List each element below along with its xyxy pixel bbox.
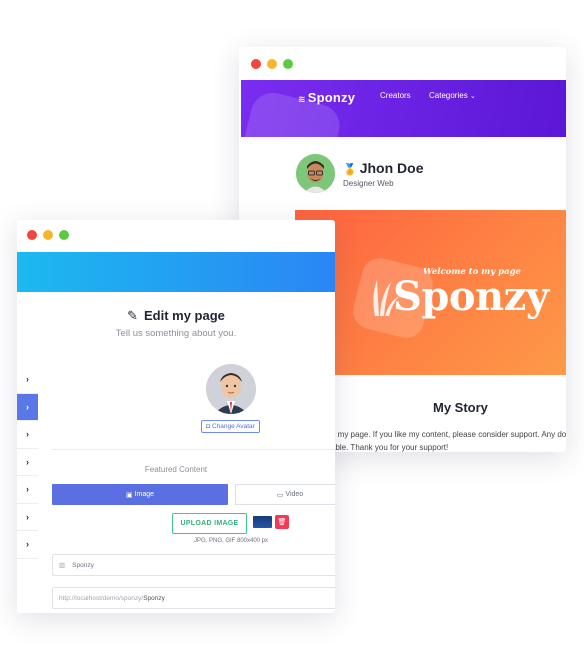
page-subtitle: Tell us something about you. — [115, 328, 237, 339]
brand-name: Sponzy — [307, 90, 356, 105]
pencil-icon: ✎ — [127, 308, 138, 323]
chevron-down-icon: ⌄ — [469, 93, 476, 100]
nav-categories[interactable]: Categories ⌄ — [429, 91, 476, 100]
edit-page-window: ✎ Edit my page Tell us something about yo… — [17, 220, 335, 613]
user-avatar — [206, 364, 256, 414]
upload-hint: JPG, PNG, GIF 800x400 px — [193, 538, 269, 544]
logo-mark-icon: ≋ — [298, 94, 306, 104]
page-title-text: Edit my page — [143, 308, 225, 323]
cover-banner: Welcome to my page Sponzy — [295, 210, 566, 375]
name-field-value: Sponzy — [72, 561, 94, 569]
uploaded-image-thumbnail — [253, 516, 272, 528]
sidebar-tab-7[interactable]: › — [17, 531, 38, 559]
sidebar-tab-2-active[interactable]: › — [17, 393, 38, 421]
nav-categories-label: Categories — [429, 91, 468, 100]
camera-icon: ◘ — [206, 423, 210, 430]
edit-page-header — [17, 252, 335, 292]
featured-video-tab[interactable]: ▭ Video — [235, 484, 335, 505]
page-url-field[interactable]: http://localhost/demo/sponzy/Sponzy — [52, 587, 335, 609]
featured-image-tab[interactable]: ▣ Image — [52, 484, 228, 505]
maximize-dot[interactable] — [283, 59, 293, 69]
story-line-1: o my page. If you like my content, pleas… — [331, 430, 566, 439]
story-line-2: able. Thank you for your support! — [331, 443, 449, 452]
name-field[interactable]: ▥ Sponzy — [52, 554, 335, 576]
medal-icon: 🏅 — [343, 164, 357, 176]
story-title: My Story — [433, 400, 488, 415]
minimize-dot[interactable] — [43, 230, 53, 240]
sidebar-tab-5[interactable]: › — [17, 476, 38, 504]
trash-icon: 🗑 — [277, 519, 287, 526]
page-title: ✎ Edit my page — [17, 308, 335, 324]
change-avatar-button[interactable]: ◘ Change Avatar — [201, 420, 260, 433]
window-controls — [251, 59, 293, 69]
window-controls — [27, 230, 69, 240]
change-avatar-label: Change Avatar — [211, 423, 255, 430]
top-navbar: ≋ Sponzy Creators Categories ⌄ — [241, 80, 566, 137]
maximize-dot[interactable] — [59, 230, 69, 240]
building-icon: ▥ — [59, 562, 66, 569]
section-divider — [52, 449, 335, 450]
screenshot-stage: ≋ Sponzy Creators Categories ⌄ 🏅 Jhon Doe … — [0, 0, 584, 666]
creator-avatar[interactable] — [296, 154, 335, 193]
close-dot[interactable] — [27, 230, 37, 240]
featured-video-label: Video — [285, 491, 304, 498]
creator-name: 🏅 Jhon Doe — [343, 160, 423, 176]
close-dot[interactable] — [251, 59, 261, 69]
featured-image-label: Image — [134, 491, 155, 498]
minimize-dot[interactable] — [267, 59, 277, 69]
sidebar-tab-1[interactable]: › — [17, 366, 38, 394]
url-slug-value: Sponzy — [143, 594, 165, 602]
image-icon: ▣ — [125, 491, 133, 499]
nav-creators[interactable]: Creators — [380, 91, 411, 100]
upload-image-button[interactable]: UPLOAD IMAGE — [172, 513, 247, 534]
video-icon: ▭ — [276, 491, 284, 499]
url-prefix: http://localhost/demo/sponzy/ — [59, 594, 144, 602]
sidebar-tab-6[interactable]: › — [17, 503, 38, 531]
settings-sidebar: › › › › › › › — [17, 366, 38, 559]
banner-brand-text: Sponzy — [393, 273, 549, 320]
creator-role: Designer Web — [343, 179, 394, 188]
story-text: o my page. If you like my content, pleas… — [331, 428, 566, 452]
brand-logo[interactable]: ≋ Sponzy — [298, 90, 355, 105]
featured-content-label: Featured Content — [144, 465, 208, 474]
delete-image-button[interactable]: 🗑 — [275, 515, 289, 529]
sidebar-tab-3[interactable]: › — [17, 421, 38, 449]
creator-name-text: Jhon Doe — [359, 160, 424, 176]
